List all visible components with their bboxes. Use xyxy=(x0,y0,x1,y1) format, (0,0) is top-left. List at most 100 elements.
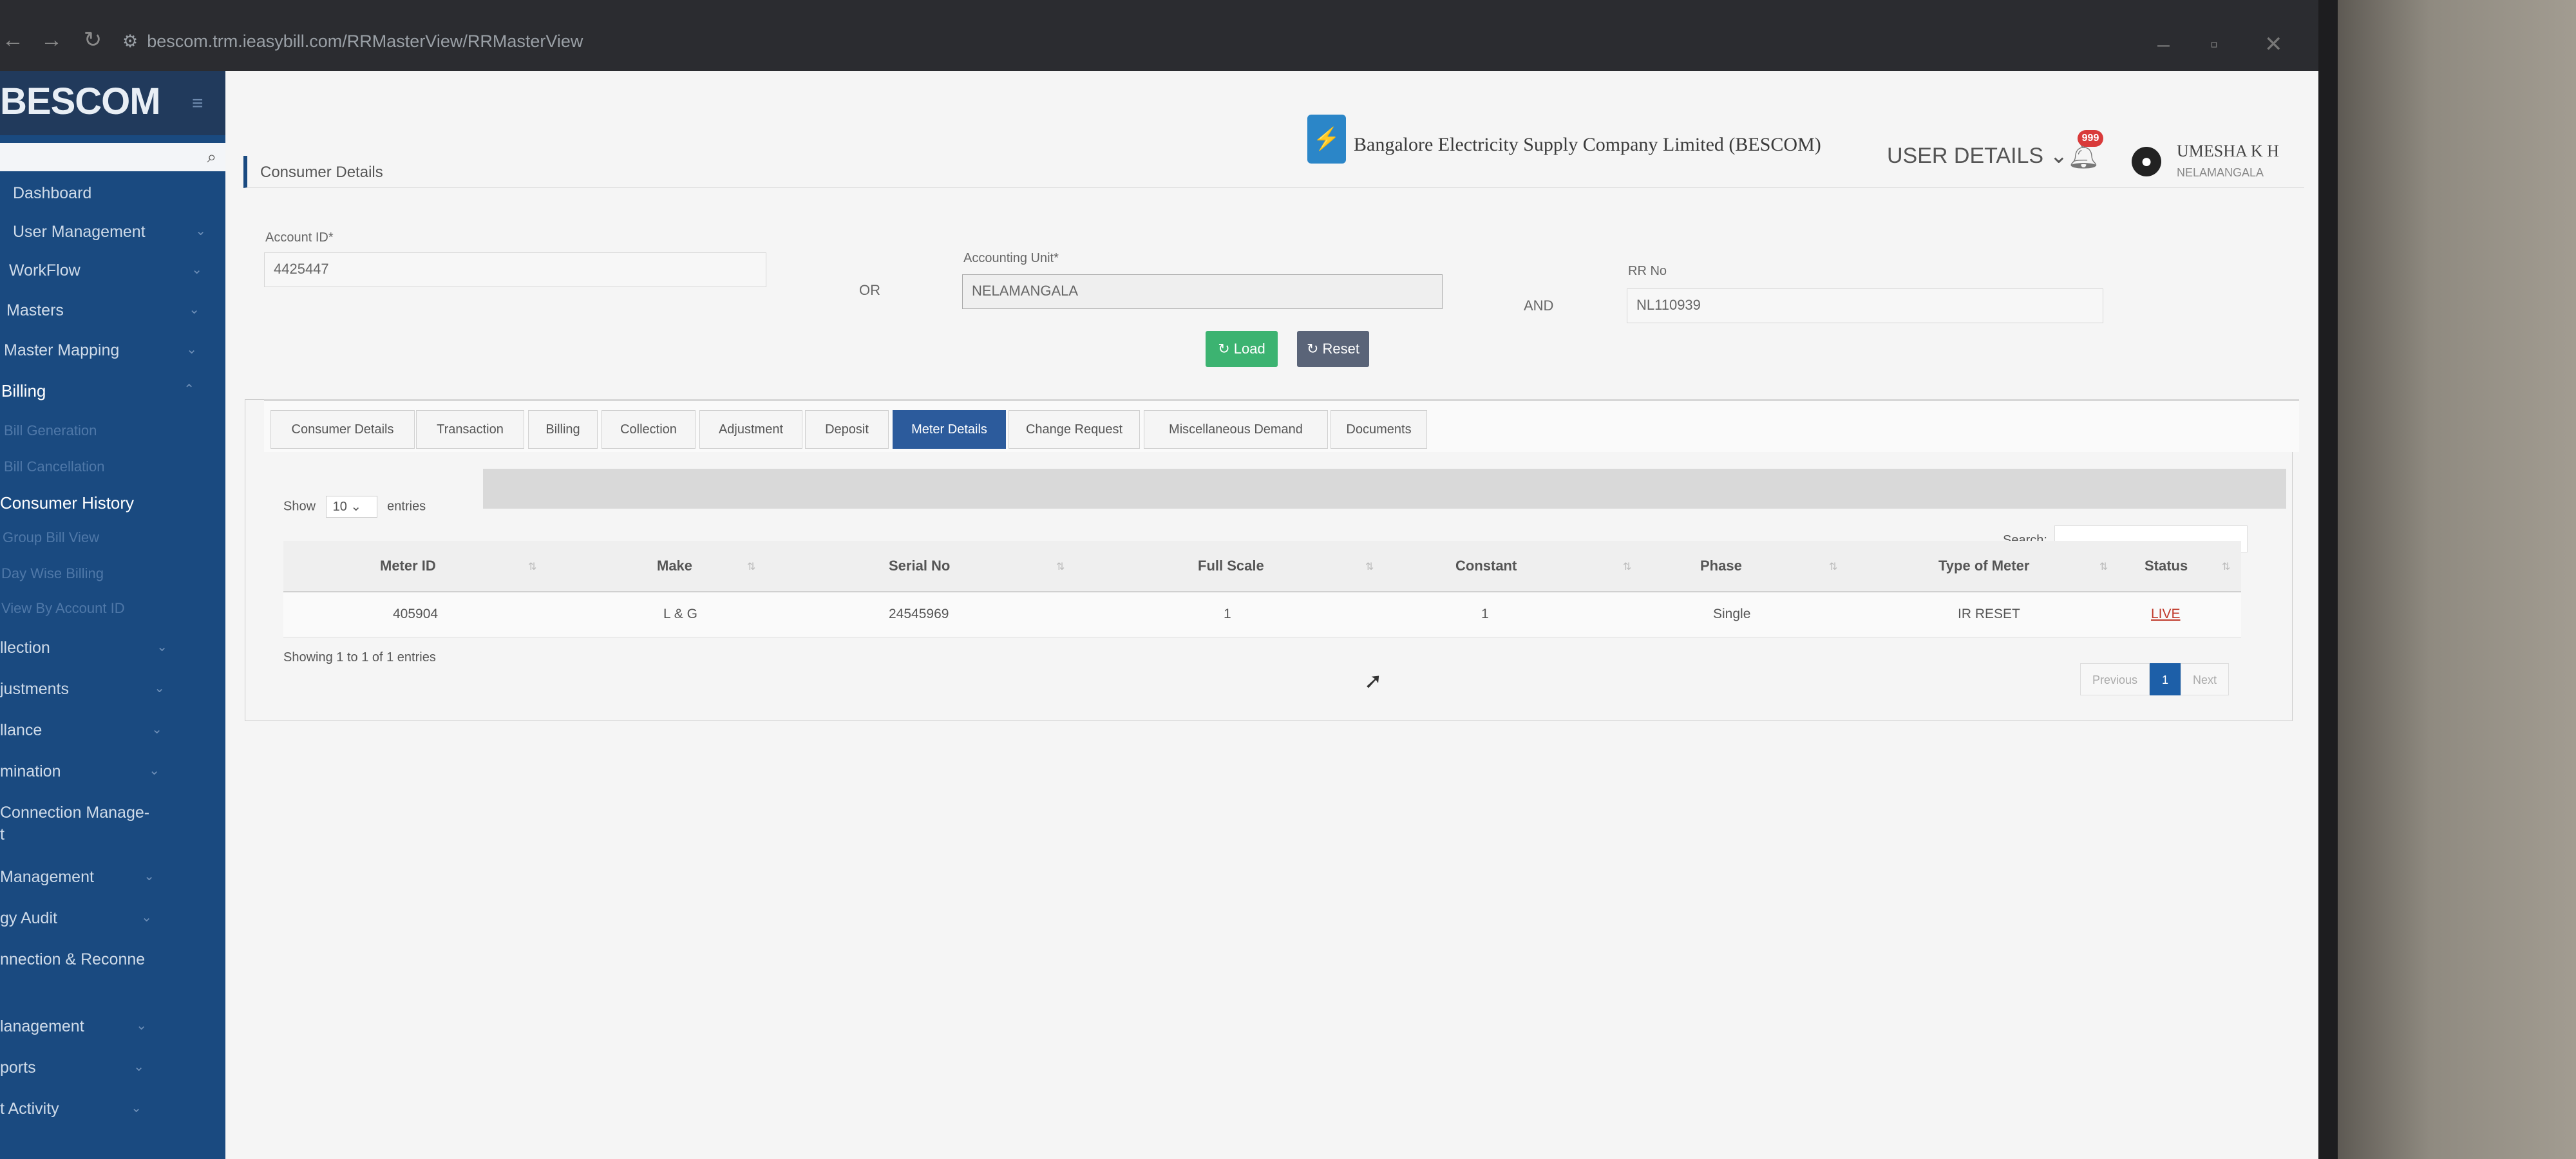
sidebar-item-masters[interactable]: Masters ⌄ xyxy=(6,301,219,320)
col-type-of-meter[interactable]: Type of Meter xyxy=(1938,558,2029,574)
tab-content-header xyxy=(483,469,2286,509)
sidebar-item-lanagement[interactable]: lanagement ⌄ xyxy=(0,1017,213,1036)
chevron-down-icon: ⌄ xyxy=(350,500,362,514)
sort-icon[interactable]: ⇅ xyxy=(2099,560,2108,573)
account-id-input[interactable]: 4425447 xyxy=(264,252,766,287)
col-phase[interactable]: Phase xyxy=(1700,558,1742,574)
tab-collection[interactable]: Collection xyxy=(601,410,696,449)
show-entries-control: Show 10 ⌄ entries xyxy=(283,496,426,518)
company-name: Bangalore Electricity Supply Company Lim… xyxy=(1354,134,1821,155)
back-icon[interactable]: ← xyxy=(0,27,26,53)
sidebar-item-master-mapping[interactable]: Master Mapping ⌄ xyxy=(4,341,216,360)
sidebar-search-input[interactable]: ⌕ xyxy=(0,143,225,171)
tab-deposit[interactable]: Deposit xyxy=(805,410,889,449)
pagination-next[interactable]: Next xyxy=(2181,663,2230,695)
sidebar-item-new-connection[interactable]: Connection Manage- xyxy=(0,804,213,822)
sort-icon[interactable]: ⇅ xyxy=(528,560,536,573)
tab-consumer-details[interactable]: Consumer Details xyxy=(270,410,415,449)
sidebar: BESCOM ≡ ⌕ Dashboard User Management ⌄ Wo… xyxy=(0,71,225,1159)
search-icon: ⌕ xyxy=(207,147,216,166)
col-serial-no[interactable]: Serial No xyxy=(889,558,950,574)
sidebar-item-reconnection[interactable]: nnection & Reconne xyxy=(0,950,213,969)
cell-meter-id: 405904 xyxy=(393,607,439,621)
cell-type-of-meter: IR RESET xyxy=(1958,607,2020,621)
sort-icon[interactable]: ⇅ xyxy=(747,560,755,573)
sidebar-subitem-bill-generation[interactable]: Bill Generation xyxy=(4,422,216,439)
accounting-unit-label: Accounting Unit* xyxy=(963,251,1059,265)
sidebar-item-user-management[interactable]: User Management ⌄ xyxy=(13,223,225,241)
and-label: AND xyxy=(1524,297,1554,314)
pagination-page-1[interactable]: 1 xyxy=(2150,663,2181,695)
tab-bar: Consumer Details Transaction Billing Col… xyxy=(264,399,2299,452)
tab-billing[interactable]: Billing xyxy=(528,410,598,449)
chevron-down-icon: ⌄ xyxy=(149,764,160,778)
sidebar-subitem-view-by-account[interactable]: View By Account ID xyxy=(1,600,214,617)
cell-serial-no: 24545969 xyxy=(889,607,949,621)
table-header: Meter ID ⇅ Make ⇅ Serial No ⇅ Full Scale… xyxy=(283,541,2241,592)
forward-icon[interactable]: → xyxy=(39,27,64,53)
brand-logo: BESCOM xyxy=(0,80,161,122)
entries-select[interactable]: 10 ⌄ xyxy=(325,496,377,518)
sidebar-item-adjustments[interactable]: justments ⌄ xyxy=(0,680,213,699)
cell-make: L & G xyxy=(663,607,697,621)
chevron-down-icon: ⌄ xyxy=(186,343,197,357)
account-id-label: Account ID* xyxy=(265,231,334,245)
tab-miscellaneous-demand[interactable]: Miscellaneous Demand xyxy=(1144,410,1328,449)
sort-icon[interactable]: ⇅ xyxy=(1829,560,1837,573)
sidebar-item-workflow[interactable]: WorkFlow ⌄ xyxy=(9,261,222,280)
sidebar-subitem-day-wise-billing[interactable]: Day Wise Billing xyxy=(1,565,214,582)
sidebar-item-collection[interactable]: llection ⌄ xyxy=(0,639,213,657)
chevron-down-icon: ⌄ xyxy=(154,681,165,695)
address-bar[interactable]: ⚙ bescom.trm.ieasybill.com/RRMasterView/… xyxy=(122,27,583,55)
browser-chrome: ← → ↻ ⚙ bescom.trm.ieasybill.com/RRMaste… xyxy=(0,0,2318,71)
rr-no-label: RR No xyxy=(1628,264,1667,278)
load-button[interactable]: ↻ Load xyxy=(1206,331,1278,367)
rr-no-input[interactable]: NL110939 xyxy=(1627,288,2103,323)
cell-status-live[interactable]: LIVE xyxy=(2151,607,2181,622)
reload-icon[interactable]: ↻ xyxy=(80,27,106,53)
close-icon[interactable]: ✕ xyxy=(2264,33,2283,55)
sort-icon[interactable]: ⇅ xyxy=(1056,560,1065,573)
main-content: ⚡ Bangalore Electricity Supply Company L… xyxy=(225,71,2318,1159)
table-row[interactable]: 405904 L & G 24545969 1 1 Single IR RESE… xyxy=(283,592,2241,637)
sidebar-item-vigilance[interactable]: llance ⌄ xyxy=(0,721,213,740)
sort-icon[interactable]: ⇅ xyxy=(1365,560,1374,573)
site-info-icon[interactable]: ⚙ xyxy=(122,32,138,52)
sidebar-item-reports[interactable]: ports ⌄ xyxy=(0,1059,213,1077)
sidebar-item-billing[interactable]: Billing ⌃ xyxy=(1,381,214,401)
col-make[interactable]: Make xyxy=(657,558,692,574)
chevron-down-icon: ⌄ xyxy=(151,722,162,737)
sidebar-item-activity[interactable]: t Activity ⌄ xyxy=(0,1100,213,1118)
sidebar-subitem-consumer-history[interactable]: Consumer History xyxy=(0,493,213,513)
sidebar-subitem-bill-cancellation[interactable]: Bill Cancellation xyxy=(4,458,216,475)
reset-button[interactable]: ↻ Reset xyxy=(1297,331,1369,367)
col-full-scale[interactable]: Full Scale xyxy=(1198,558,1264,574)
sort-icon[interactable]: ⇅ xyxy=(2222,560,2230,573)
restore-icon[interactable]: ▫ xyxy=(2210,33,2218,55)
hamburger-icon[interactable]: ≡ xyxy=(192,93,204,115)
col-meter-id[interactable]: Meter ID xyxy=(380,558,436,574)
col-status[interactable]: Status xyxy=(2145,558,2188,574)
sidebar-item-disconnection[interactable]: mination ⌄ xyxy=(0,762,213,781)
url-text: bescom.trm.ieasybill.com/RRMasterView/RR… xyxy=(147,31,583,51)
refresh-icon: ↻ xyxy=(1306,341,1319,357)
cell-full-scale: 1 xyxy=(1224,607,1231,621)
sidebar-item-management[interactable]: Management ⌄ xyxy=(0,868,213,887)
accounting-unit-select[interactable]: NELAMANGALA xyxy=(962,274,1443,309)
breadcrumb: Consumer Details xyxy=(243,156,2304,188)
sort-icon[interactable]: ⇅ xyxy=(1623,560,1631,573)
pagination: Previous 1 Next xyxy=(2080,663,2230,695)
tab-adjustment[interactable]: Adjustment xyxy=(699,410,802,449)
col-constant[interactable]: Constant xyxy=(1455,558,1517,574)
tab-transaction[interactable]: Transaction xyxy=(416,410,524,449)
tab-meter-details[interactable]: Meter Details xyxy=(893,410,1006,449)
cell-constant: 1 xyxy=(1481,607,1489,621)
sidebar-item-energy-audit[interactable]: gy Audit ⌄ xyxy=(0,909,213,928)
chevron-down-icon: ⌄ xyxy=(156,640,167,654)
tab-documents[interactable]: Documents xyxy=(1331,410,1427,449)
minimize-icon[interactable]: – xyxy=(2157,33,2170,55)
pagination-previous[interactable]: Previous xyxy=(2080,663,2150,695)
sidebar-item-dashboard[interactable]: Dashboard xyxy=(13,184,225,203)
sidebar-subitem-group-bill-view[interactable]: Group Bill View xyxy=(3,529,215,546)
tab-change-request[interactable]: Change Request xyxy=(1009,410,1140,449)
